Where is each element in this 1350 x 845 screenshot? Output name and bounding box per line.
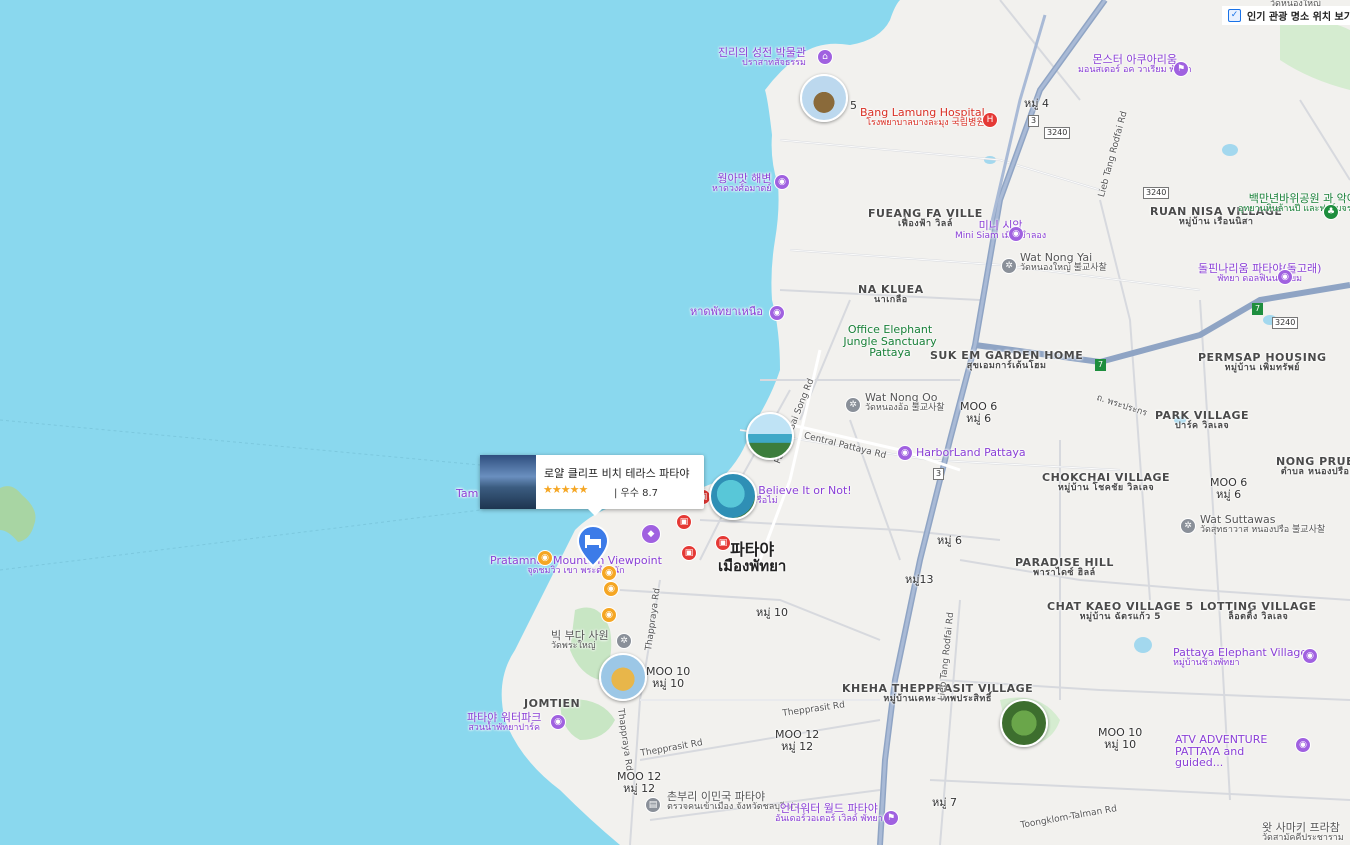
area-label: SUK EM GARDEN HOME สุขเอมการ์เด้นโฮม [930,349,1084,371]
route-shield: 3 [1028,115,1040,127]
camera-icon[interactable]: ◉ [897,445,913,461]
temple-icon[interactable]: ✲ [1001,258,1017,274]
photo-marker-beach[interactable] [746,412,794,460]
poi-big-buddha[interactable]: 빅 부다 사원 วัดพระใหญ่ [551,630,609,651]
area-label: LOTTING VILLAGE ล็อตติ้ง วิลเลจ [1200,600,1317,622]
moo-label: MOO 12 หมู่ 12 [617,770,662,795]
camera-icon[interactable]: ◉ [537,550,553,566]
poi-harborland[interactable]: HarborLand Pattaya [916,447,1026,459]
shopping-bag-icon[interactable]: ▣ [676,514,692,530]
moo-label: หมู่ 10 [756,606,788,619]
moo-label: หมู่ 6 [937,534,962,547]
camera-icon[interactable]: ◉ [1295,737,1311,753]
poi-wat-suttawas[interactable]: Wat Suttawas วัดสุทธาวาส หนองปรือ 불교사찰 [1200,514,1325,535]
checkbox[interactable]: ✓ [1228,9,1241,22]
aquarium-icon[interactable]: ⚑ [1173,61,1189,77]
temple-icon[interactable]: ✲ [616,633,632,649]
poi-sanctuary-of-truth[interactable]: 진리의 성전 박물관 ปราสาทสัจธรรม [718,47,806,68]
camera-icon[interactable]: ◉ [769,305,785,321]
place-icon[interactable]: ◆ [641,524,661,544]
camera-icon[interactable]: ◉ [1008,226,1024,242]
card-pointer [588,509,602,516]
poi-tamnak-partial[interactable]: Tam [456,488,478,500]
map-canvas[interactable] [0,0,1350,845]
route-shield: 3 [933,468,945,480]
route-shield: 3240 [1044,127,1071,139]
area-label: PARADISE HILL พาราไดซ์ ฮิลล์ [1015,556,1114,578]
camera-icon[interactable]: ◉ [774,174,790,190]
moo-label: หมู่ 7 [932,796,957,809]
poi-wat-samakki[interactable]: 왓 사마키 프라참 วัดสามัคคีประชาราม [1262,822,1344,843]
poi-elephant-village[interactable]: Pattaya Elephant Village หมู่บ้านช้างพัทย… [1173,647,1307,668]
pond [1134,637,1152,653]
poi-atv-adventure[interactable]: ATV ADVENTURE PATTAYA and guided... [1175,734,1295,769]
hotel-info-card[interactable]: 로얄 클리프 비치 테라스 파타야 ★★★★★ | 우수 8.7 [480,455,704,516]
star-rating: ★★★★★ [543,483,588,496]
moo-label: 5 [850,99,857,112]
area-label: PARK VILLAGE ปาร์ค วิลเลจ [1155,409,1250,431]
area-label: CHAT KAEO VILLAGE 5 หมู่บ้าน ฉัตรแก้ว 5 [1047,600,1194,622]
poi-mini-siam[interactable]: 미니 시암 Mini Siam เมืองจำลอง [955,220,1046,241]
camera-icon[interactable]: ◉ [1302,648,1318,664]
moo-label: MOO 6 หมู่ 6 [960,400,998,425]
hotel-thumbnail [480,455,536,509]
shopping-bag-icon[interactable]: ▣ [681,545,697,561]
toggle-label: 인기 관광 명소 위치 보기 [1247,12,1350,23]
moo-label: MOO 10 หมู่ 10 [646,665,691,690]
area-label: NONG PRUE ตำบล หนองปรือ [1276,455,1350,477]
moo-label: MOO 6 หมู่ 6 [1210,476,1248,501]
poi-wat-nong-oo[interactable]: Wat Nong Oo วัดหนองอ้อ 불교사찰 [865,392,945,413]
poi-elephant-jungle-sanctuary[interactable]: Office Elephant Jungle Sanctuary Pattaya [830,324,950,359]
route-shield: 7 [1095,359,1107,371]
hospital-icon[interactable]: H [982,112,998,128]
government-icon[interactable]: ▤ [645,797,661,813]
hotel-name[interactable]: 로얄 클리프 비치 테라스 파타야 [544,465,690,481]
route-shield: 7 [1252,303,1264,315]
camera-icon[interactable]: ◉ [550,714,566,730]
photo-marker-big-buddha[interactable] [599,653,647,701]
camera-icon[interactable]: ◉ [601,607,617,623]
hotel-pin-icon[interactable] [576,524,610,568]
moo-label: หมู่13 [905,573,934,586]
route-shield: 3240 [1143,187,1170,199]
poi-water-park[interactable]: 파타야 워터파크 สวนน้ำพัทยาปาร์ค [467,712,541,733]
moo-label: MOO 10 หมู่ 10 [1098,726,1143,751]
aquarium-icon[interactable]: ⚑ [883,810,899,826]
guest-rating: | 우수 8.7 [614,488,659,499]
temple-icon[interactable]: ✲ [845,397,861,413]
popular-spots-toggle[interactable]: ✓ 인기 관광 명소 위치 보기 [1222,6,1350,25]
poi-dolphinarium[interactable]: 돌핀나리움 파타야(돌고래) พัทยา ดอลฟินนาเรียม [1198,263,1321,284]
area-label: CHOKCHAI VILLAGE หมู่บ้าน โชคชัย วิลเลจ [1042,471,1171,493]
camera-icon[interactable]: ◉ [603,581,619,597]
moo-label: MOO 12 หมู่ 12 [775,728,820,753]
poi-bang-lamung-hospital[interactable]: Bang Lamung Hospital โรงพยาบาลบางละมุง 국립… [860,107,985,128]
area-label: JOMTIEN [524,697,581,710]
poi-wat-nong-yai[interactable]: Wat Nong Yai วัดหนองใหญ่ 불교사찰 [1020,252,1107,273]
museum-icon[interactable]: ⌂ [817,49,833,65]
pond [1222,144,1238,156]
photo-marker-sanctuary[interactable] [800,74,848,122]
photo-marker-bay[interactable] [709,472,757,520]
shopping-bag-icon[interactable]: ▣ [715,535,731,551]
poi-wongamat-beach[interactable]: 웡아맛 해변 หาดวงศ์อมาตย์ [712,173,772,194]
temple-icon[interactable]: ✲ [1180,518,1196,534]
poi-underwater-world[interactable]: 언더워터 월드 파타야 อันเดอร์วอเตอร์ เวิลด์ พัทยา [775,803,883,824]
camera-icon[interactable]: ◉ [1277,269,1293,285]
poi-north-pattaya-beach[interactable]: หาดพัทยาเหนือ [690,306,763,318]
park-icon[interactable]: ♣ [1323,204,1339,220]
area-label: NA KLUEA นาเกลือ [858,283,924,305]
route-shield: 3240 [1272,317,1299,329]
moo-label: หมู่ 4 [1024,97,1049,110]
area-label: PERMSAP HOUSING หมู่บ้าน เพิ่มทรัพย์ [1198,351,1327,373]
photo-marker-park[interactable] [1000,699,1048,747]
